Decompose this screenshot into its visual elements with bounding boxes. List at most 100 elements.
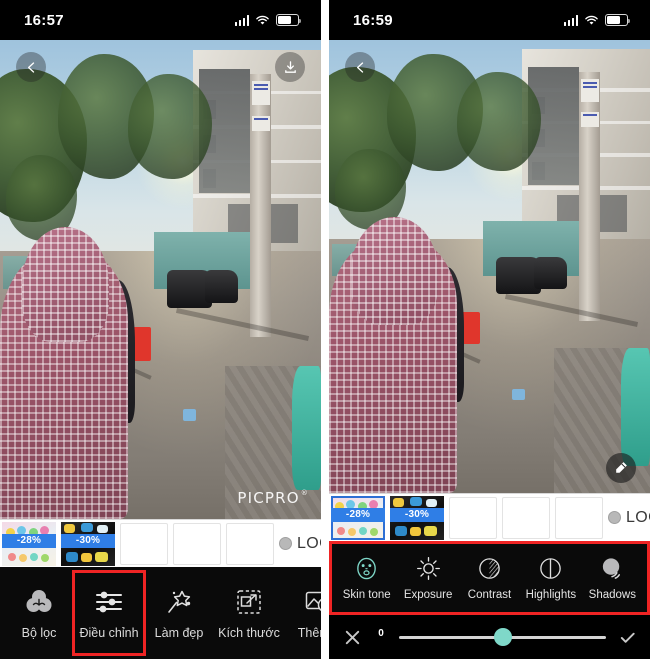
left-ad-strip[interactable]: -28% -30% LOGO xyxy=(0,519,321,567)
status-clock: 16:57 xyxy=(24,11,64,29)
tool-label: Bộ lọc xyxy=(21,625,57,640)
left-bottom-toolbar: Bộ lọc Điều chỉnh Làm đẹp Kích thước Thê xyxy=(0,567,321,659)
utility-pole xyxy=(579,71,601,321)
highlights-circle-icon xyxy=(538,556,563,582)
status-indicators xyxy=(234,14,302,26)
logo-circle-icon xyxy=(608,511,621,524)
ad-logo-area: LOGO xyxy=(279,535,321,553)
ad-thumbnail-2[interactable]: -30% xyxy=(61,521,115,566)
tool-label: Thêm ả xyxy=(297,625,321,640)
left-photo-preview[interactable]: PICPRO ® xyxy=(0,40,321,519)
face-skin-tone-icon xyxy=(354,556,379,582)
motorbike-2 xyxy=(534,257,567,290)
adjust-label: Shadows xyxy=(588,588,636,601)
right-status-bar: 16:59 xyxy=(329,0,650,40)
motorbike-2 xyxy=(205,269,238,304)
wifi-icon xyxy=(256,15,269,25)
download-save-icon[interactable] xyxy=(275,52,305,82)
adjust-exposure[interactable]: Exposure xyxy=(397,556,458,601)
ad-placeholder-5[interactable] xyxy=(555,496,603,539)
shadows-sphere-icon xyxy=(600,556,625,582)
ad-placeholder-4[interactable] xyxy=(173,522,221,565)
ad-placeholder-3[interactable] xyxy=(449,496,497,539)
adjust-label: Skin tone xyxy=(342,588,391,601)
picpro-watermark: PICPRO ® xyxy=(237,489,309,507)
right-photo-top-controls xyxy=(329,40,650,82)
photo-canvas-right xyxy=(329,40,650,493)
right-photo-preview[interactable] xyxy=(329,40,650,493)
litter-bottle xyxy=(511,388,525,401)
ad-badge-discount: -28% xyxy=(2,533,56,548)
tool-bo-loc[interactable]: Bộ lọc xyxy=(4,572,74,654)
ad-badge-discount: -28% xyxy=(331,507,385,522)
ad-placeholder-3[interactable] xyxy=(120,522,168,565)
cellular-signal-icon xyxy=(563,14,578,26)
contrast-circle-icon xyxy=(477,556,502,582)
wifi-icon xyxy=(585,15,598,25)
filter-circles-icon xyxy=(25,587,53,617)
left-photo-top-controls xyxy=(0,40,321,82)
back-chevron-icon[interactable] xyxy=(345,52,375,82)
ad-logo-text: LOGO xyxy=(297,534,321,552)
sun-exposure-icon xyxy=(416,556,441,582)
ad-thumbnail-2[interactable]: -30% xyxy=(390,495,444,540)
slider-thumb[interactable] xyxy=(493,628,512,646)
adjust-slider-row: 0 xyxy=(329,615,650,659)
ad-badge-discount: -30% xyxy=(61,533,115,548)
status-clock: 16:59 xyxy=(353,11,393,29)
litter-bottle xyxy=(182,408,196,421)
adjust-label: Highlights xyxy=(525,588,577,601)
adjust-contrast[interactable]: Contrast xyxy=(459,556,520,601)
adjust-skin-tone[interactable]: Skin tone xyxy=(336,556,397,601)
check-icon[interactable] xyxy=(616,626,638,648)
adjust-label: Exposure xyxy=(403,588,453,601)
ad-badge-discount: -30% xyxy=(390,507,444,522)
person-right-edge xyxy=(621,348,650,466)
cellular-signal-icon xyxy=(234,14,249,26)
status-indicators xyxy=(563,14,631,26)
tree-center xyxy=(128,73,212,179)
add-photo-icon xyxy=(305,587,321,617)
tool-label: Điều chỉnh xyxy=(79,625,139,640)
tool-kich-thuoc[interactable]: Kích thước xyxy=(214,572,284,654)
left-phone-screen: 16:57 PICPRO ® -28% -30% LO Bộ lọc Điều … xyxy=(0,0,321,659)
close-x-icon[interactable] xyxy=(341,626,363,648)
hood-head xyxy=(351,216,439,326)
slider-value: 0 xyxy=(378,627,384,639)
panel-divider xyxy=(321,0,329,659)
back-chevron-icon[interactable] xyxy=(16,52,46,82)
ad-thumbnail-1[interactable]: -28% xyxy=(331,495,385,540)
tool-dieu-chinh[interactable]: Điều chỉnh xyxy=(72,570,146,656)
tool-them-anh[interactable]: Thêm ả xyxy=(284,572,321,654)
battery-icon xyxy=(605,14,631,26)
dual-screenshot-comparison: 16:57 PICPRO ® -28% -30% LO Bộ lọc Điều … xyxy=(0,0,650,659)
ad-placeholder-5[interactable] xyxy=(226,522,274,565)
logo-circle-icon xyxy=(279,537,292,550)
left-status-bar: 16:57 xyxy=(0,0,321,40)
utility-pole xyxy=(250,73,272,337)
photo-canvas-left xyxy=(0,40,321,519)
right-ad-strip[interactable]: -28% -30% LOGO xyxy=(329,493,650,541)
adjust-label: Contrast xyxy=(467,588,512,601)
eraser-brush-icon[interactable] xyxy=(606,453,636,483)
right-phone-screen: 16:59 -28% -30% LO Skin tone Exposure Co… xyxy=(329,0,650,659)
adjust-slider[interactable] xyxy=(399,628,606,646)
resize-icon xyxy=(236,587,262,617)
ad-thumbnail-1[interactable]: -28% xyxy=(2,521,56,566)
tool-label: Làm đẹp xyxy=(154,625,204,640)
person-right-edge xyxy=(292,365,321,491)
adjust-highlights[interactable]: Highlights xyxy=(520,556,581,601)
adjust-sliders-icon xyxy=(95,587,123,617)
watermark-registered-mark: ® xyxy=(300,489,309,497)
tool-lam-dep[interactable]: Làm đẹp xyxy=(144,572,214,654)
adjust-options-bar: Skin tone Exposure Contrast Highlights S… xyxy=(329,541,650,615)
ad-logo-text: LOGO xyxy=(626,508,650,526)
tool-label: Kích thước xyxy=(218,625,280,640)
ad-logo-area: LOGO xyxy=(608,509,650,527)
hood-head xyxy=(22,226,110,342)
magic-wand-icon xyxy=(165,587,193,617)
tree-center xyxy=(457,71,541,172)
battery-icon xyxy=(276,14,302,26)
adjust-shadows[interactable]: Shadows xyxy=(582,556,643,601)
ad-placeholder-4[interactable] xyxy=(502,496,550,539)
